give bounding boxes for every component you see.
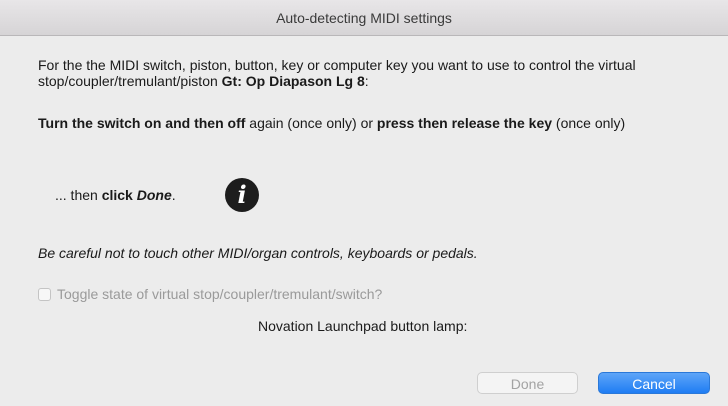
- instruction-action-paragraph: Turn the switch on and then off again (o…: [38, 115, 718, 131]
- launchpad-lamp-label: Novation Launchpad button lamp:: [258, 318, 468, 334]
- window-title: Auto-detecting MIDI settings: [276, 9, 452, 26]
- done-emphasis-text: Done: [136, 187, 172, 203]
- instruction-target-paragraph: For the the MIDI switch, piston, button,…: [38, 57, 718, 89]
- cancel-button[interactable]: Cancel: [598, 372, 710, 394]
- done-period: .: [171, 187, 176, 203]
- toggle-state-label: Toggle state of virtual stop/coupler/tre…: [57, 286, 383, 302]
- switch-action-text: Turn the switch on and then off: [38, 115, 246, 131]
- dialog-window: Auto-detecting MIDI settings For the the…: [0, 0, 728, 406]
- done-button[interactable]: Done: [477, 372, 578, 394]
- key-action-text: press then release the key: [376, 115, 553, 131]
- toggle-state-option: Toggle state of virtual stop/coupler/tre…: [38, 286, 382, 302]
- click-text: click: [101, 187, 137, 203]
- action-end-text: (once only): [552, 115, 626, 131]
- instruction-colon: :: [364, 73, 369, 89]
- toggle-state-checkbox[interactable]: [38, 287, 51, 301]
- action-connector-text: again (once only) or: [245, 115, 377, 131]
- warning-text: Be careful not to touch other MIDI/organ…: [38, 245, 478, 261]
- title-bar[interactable]: Auto-detecting MIDI settings: [0, 0, 728, 36]
- instruction-done-paragraph: ... then click Done.: [55, 187, 176, 203]
- done-prefix-text: ... then: [55, 187, 102, 203]
- info-icon[interactable]: i: [225, 178, 259, 212]
- target-stop-name: Gt: Op Diapason Lg 8: [221, 73, 365, 89]
